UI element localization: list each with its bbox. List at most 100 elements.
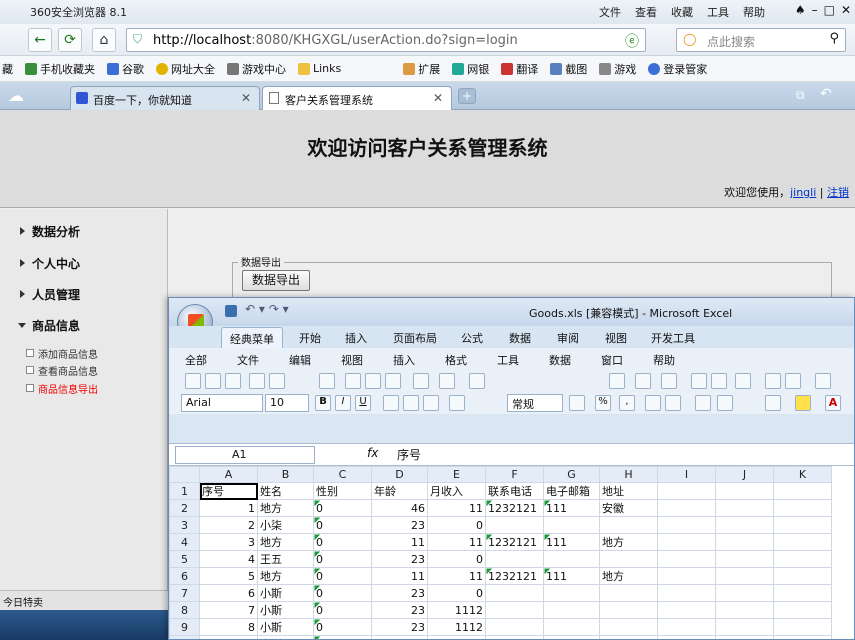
align-right-icon[interactable]: [423, 395, 439, 411]
undo-icon[interactable]: [439, 373, 455, 389]
cell[interactable]: 地址: [599, 482, 658, 500]
cell[interactable]: 111: [543, 567, 600, 585]
cell[interactable]: 11: [371, 533, 428, 551]
cell[interactable]: 0: [313, 516, 372, 534]
cell[interactable]: 小柒: [257, 516, 314, 534]
menu-data[interactable]: 数据: [549, 352, 571, 368]
cell[interactable]: 8: [199, 618, 258, 636]
cell[interactable]: 联系电话: [485, 482, 544, 500]
column-header[interactable]: J: [715, 466, 774, 483]
underline-icon[interactable]: U: [355, 395, 371, 411]
font-name-select[interactable]: Arial: [181, 394, 263, 412]
ribbon-tab-home[interactable]: 开始: [299, 330, 321, 346]
export-button[interactable]: 数据导出: [242, 270, 310, 291]
fav-item[interactable]: 藏: [2, 61, 13, 77]
fav-translate[interactable]: 翻译: [501, 61, 538, 77]
cell[interactable]: [773, 550, 832, 568]
cell[interactable]: 小斯3: [257, 635, 314, 639]
table-icon[interactable]: [815, 373, 831, 389]
cut-icon[interactable]: [345, 373, 361, 389]
cell[interactable]: 地方: [257, 533, 314, 551]
cell[interactable]: 111: [543, 499, 600, 517]
refresh-button[interactable]: ⟳: [58, 28, 82, 52]
fav-sites[interactable]: 网址大全: [156, 61, 215, 77]
menu-tools[interactable]: 工具: [707, 4, 729, 20]
cell[interactable]: [657, 618, 716, 636]
filter-icon[interactable]: [735, 373, 751, 389]
format-painter-icon[interactable]: [413, 373, 429, 389]
search-engine-icon[interactable]: ◯: [683, 32, 696, 46]
cell[interactable]: [657, 601, 716, 619]
ribbon-tab-layout[interactable]: 页面布局: [393, 330, 437, 346]
fav-bank[interactable]: 网银: [452, 61, 489, 77]
cell[interactable]: [773, 601, 832, 619]
home-button[interactable]: ⌂: [92, 28, 116, 52]
cell[interactable]: [485, 516, 544, 534]
cell[interactable]: 小斯: [257, 584, 314, 602]
column-header[interactable]: F: [485, 466, 544, 483]
number-format-select[interactable]: 常规: [507, 394, 563, 412]
align-center-icon[interactable]: [403, 395, 419, 411]
row-header[interactable]: 9: [169, 618, 200, 636]
cell[interactable]: 年龄: [371, 482, 428, 500]
cell[interactable]: 23: [371, 516, 428, 534]
column-header[interactable]: K: [773, 466, 832, 483]
cell[interactable]: 1: [313, 635, 372, 639]
cell[interactable]: [773, 482, 832, 500]
cell[interactable]: 3: [199, 533, 258, 551]
cell[interactable]: 性别: [313, 482, 372, 500]
font-color-icon[interactable]: A: [825, 395, 841, 411]
ie-mode-icon[interactable]: ⓔ: [625, 31, 639, 51]
cell[interactable]: 1232121: [485, 567, 544, 585]
cell[interactable]: 安徽: [599, 499, 658, 517]
ribbon-tab-review[interactable]: 审阅: [557, 330, 579, 346]
redo-icon[interactable]: [469, 373, 485, 389]
cell[interactable]: 0: [313, 499, 372, 517]
fav-login[interactable]: 登录管家: [648, 61, 707, 77]
ribbon-tab-formulas[interactable]: 公式: [461, 330, 483, 346]
cell[interactable]: [773, 499, 832, 517]
minimize-icon[interactable]: –: [812, 3, 818, 17]
increase-indent-icon[interactable]: [717, 395, 733, 411]
chart-icon[interactable]: [765, 373, 781, 389]
cell[interactable]: [657, 584, 716, 602]
cell[interactable]: [485, 584, 544, 602]
decrease-indent-icon[interactable]: [695, 395, 711, 411]
row-header[interactable]: 5: [169, 550, 200, 568]
cell[interactable]: [543, 516, 600, 534]
column-header[interactable]: D: [371, 466, 428, 483]
decrease-decimal-icon[interactable]: [665, 395, 681, 411]
menu-data-analysis[interactable]: 数据分析: [19, 223, 80, 240]
ribbon-tab-view[interactable]: 视图: [605, 330, 627, 346]
cloud-icon[interactable]: ☁: [8, 86, 24, 105]
cell[interactable]: [543, 584, 600, 602]
search-box[interactable]: ◯ 点此搜索 ⚲: [676, 28, 846, 52]
close-icon[interactable]: ✕: [841, 3, 851, 17]
tab-crm[interactable]: 客户关系管理系统 ✕: [262, 86, 452, 110]
cell[interactable]: [657, 482, 716, 500]
close-tab-icon[interactable]: ✕: [433, 91, 443, 105]
cell[interactable]: 23: [371, 635, 428, 639]
column-header[interactable]: E: [427, 466, 486, 483]
cell[interactable]: [715, 516, 774, 534]
cell[interactable]: [599, 635, 658, 639]
cell[interactable]: [657, 567, 716, 585]
menu-edit[interactable]: 编辑: [289, 352, 311, 368]
cell[interactable]: [773, 618, 832, 636]
cell[interactable]: [543, 601, 600, 619]
row-header[interactable]: 8: [169, 601, 200, 619]
currency-icon[interactable]: [569, 395, 585, 411]
fav-google[interactable]: 谷歌: [107, 61, 144, 77]
menu-insert[interactable]: 插入: [393, 352, 415, 368]
cell[interactable]: [715, 584, 774, 602]
save-icon[interactable]: [225, 373, 241, 389]
cell[interactable]: [715, 550, 774, 568]
row-header[interactable]: 1: [169, 482, 200, 500]
cell[interactable]: 4: [199, 550, 258, 568]
row-header[interactable]: 10: [169, 635, 200, 639]
cell[interactable]: 1112: [427, 618, 486, 636]
cell[interactable]: [543, 618, 600, 636]
cell[interactable]: [599, 584, 658, 602]
window-list-icon[interactable]: ⧉: [796, 88, 805, 103]
align-left-icon[interactable]: [383, 395, 399, 411]
